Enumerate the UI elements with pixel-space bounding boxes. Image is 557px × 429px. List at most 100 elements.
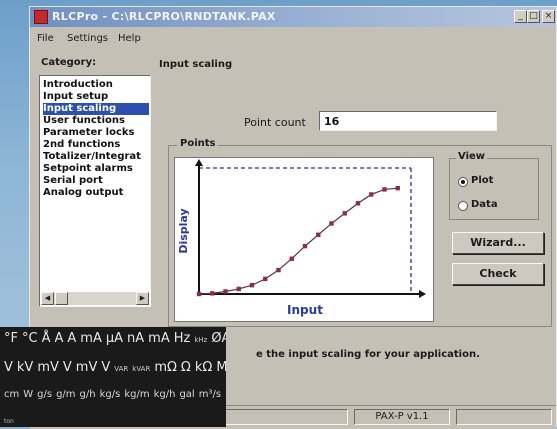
unit-symbol: kg/s xyxy=(99,389,121,400)
unit-symbol: gal xyxy=(179,389,195,400)
category-item-setpoint-alarms[interactable]: Setpoint alarms xyxy=(43,163,136,175)
close-button[interactable]: × xyxy=(542,10,555,23)
unit-symbol: L xyxy=(225,389,226,400)
menu-settings[interactable]: Settings xyxy=(67,33,108,44)
wizard-button[interactable]: Wizard... xyxy=(452,232,544,254)
unit-symbol: kHz xyxy=(194,336,208,344)
unit-symbol: nA xyxy=(127,331,145,346)
menu-bar: File Settings Help xyxy=(30,29,556,49)
point-count-input[interactable]: 16 xyxy=(319,111,497,131)
unit-symbol: Hz xyxy=(173,331,191,346)
category-item-totalizer[interactable]: Totalizer/Integrat xyxy=(43,151,144,163)
category-label: Category: xyxy=(41,57,97,68)
unit-symbol: V xyxy=(4,360,13,375)
unit-symbol: g/s xyxy=(37,389,53,400)
data-point xyxy=(249,282,255,288)
data-point xyxy=(236,286,241,292)
view-label: View xyxy=(456,151,488,162)
menu-help[interactable]: Help xyxy=(118,33,141,44)
unit-symbol: VAR xyxy=(114,365,129,373)
data-point xyxy=(223,289,228,294)
category-item-input-setup[interactable]: Input setup xyxy=(43,91,111,103)
unit-symbol: μA xyxy=(105,331,124,346)
data-point xyxy=(263,276,268,282)
y-axis-label: Display xyxy=(177,208,190,253)
app-icon xyxy=(34,10,48,24)
data-point xyxy=(395,185,400,191)
category-item-introduction[interactable]: Introduction xyxy=(43,79,116,91)
unit-symbol: kg/h xyxy=(153,389,176,400)
scaling-chart: Input Display xyxy=(177,159,426,317)
unit-symbol: W xyxy=(23,389,34,400)
unit-symbol: kVAR xyxy=(132,365,151,373)
list-horizontal-scrollbar[interactable]: ◀ ▶ xyxy=(41,292,149,305)
unit-symbol: mA xyxy=(80,331,102,346)
x-axis-arrow xyxy=(419,290,426,298)
category-item-2nd-functions[interactable]: 2nd functions xyxy=(43,139,123,151)
status-cell-4 xyxy=(456,409,552,425)
point-count-label: Point count xyxy=(244,116,306,129)
data-point xyxy=(316,232,321,237)
data-point xyxy=(210,291,215,296)
unit-symbol: cm xyxy=(4,389,20,400)
category-item-input-scaling[interactable]: Input scaling xyxy=(43,103,149,115)
window-title: RLCPro - C:\RLCPRO\RNDTANK.PAX xyxy=(52,10,276,23)
scroll-right-button[interactable]: ▶ xyxy=(136,292,149,305)
unit-symbol: mA xyxy=(148,331,170,346)
data-point xyxy=(342,211,347,216)
unit-symbol: mΩ xyxy=(154,360,177,375)
unit-symbol: g/h xyxy=(79,389,96,400)
view-data-radio[interactable] xyxy=(458,201,468,211)
unit-symbol: V xyxy=(101,360,111,375)
scaling-curve xyxy=(198,187,398,295)
category-item-serial-port[interactable]: Serial port xyxy=(43,175,106,187)
unit-symbols-overlay: °F°CÅAAmAμAnAmAHzkHzØAØBØCμA VkVmVVmVVVA… xyxy=(0,327,226,427)
category-list[interactable]: Introduction Input setup Input scaling U… xyxy=(39,75,151,307)
unit-symbol: °C xyxy=(21,331,38,346)
unit-symbol: MΩ xyxy=(216,360,226,375)
title-bar[interactable]: RLCPro - C:\RLCPRO\RNDTANK.PAX _ □ × xyxy=(30,7,556,27)
unit-symbol: V xyxy=(62,360,72,375)
data-point xyxy=(196,291,202,297)
scaling-plot[interactable]: Input Display xyxy=(174,157,434,322)
data-point xyxy=(369,192,374,197)
unit-row-1: °F°CÅAAmAμAnAmAHzkHzØAØBØCμA xyxy=(4,331,226,346)
data-point xyxy=(289,256,294,261)
unit-symbol: Ω xyxy=(180,360,191,375)
view-data-label[interactable]: Data xyxy=(471,199,498,210)
category-item-analog-output[interactable]: Analog output xyxy=(43,187,126,199)
menu-file[interactable]: File xyxy=(37,33,54,44)
data-point xyxy=(302,243,308,249)
unit-row-3: cmWg/sg/mg/hkg/skg/mkg/hgalm³/sLL/mftft/… xyxy=(4,389,226,400)
minimize-button[interactable]: _ xyxy=(514,10,527,23)
category-item-parameter-locks[interactable]: Parameter locks xyxy=(43,127,138,139)
data-point xyxy=(355,201,361,206)
unit-symbol: Å xyxy=(41,331,51,346)
data-point xyxy=(276,267,281,273)
view-plot-label[interactable]: Plot xyxy=(471,175,493,186)
view-group: View Plot Data xyxy=(449,151,539,220)
scroll-left-button[interactable]: ◀ xyxy=(41,292,54,305)
unit-symbol: A xyxy=(54,331,64,346)
data-point xyxy=(329,221,334,226)
y-axis-arrow xyxy=(195,159,203,166)
unit-symbol: m³/s xyxy=(198,389,222,400)
maximize-button[interactable]: □ xyxy=(527,10,540,23)
x-axis-label: Input xyxy=(287,303,323,317)
points-label: Points xyxy=(177,138,219,149)
view-plot-radio[interactable] xyxy=(458,177,468,187)
unit-row-4: ton xyxy=(4,418,14,425)
check-button[interactable]: Check xyxy=(452,263,544,285)
unit-symbol: kΩ xyxy=(194,360,213,375)
points-group: Points Input Display View Plot Data Wiza… xyxy=(168,138,552,327)
unit-symbol: mV xyxy=(37,360,59,375)
category-item-user-functions[interactable]: User functions xyxy=(43,115,128,127)
unit-symbol: kg/m xyxy=(124,389,150,400)
unit-symbol: g/m xyxy=(56,389,76,400)
unit-row-2: VkVmVVmVVVARkVARmΩΩkΩMΩVAkVAkVA xyxy=(4,360,226,375)
unit-symbol: mV xyxy=(75,360,98,375)
section-title: Input scaling xyxy=(159,59,233,70)
unit-symbol: A xyxy=(67,331,77,346)
scroll-thumb[interactable] xyxy=(55,292,68,305)
unit-symbol: kV xyxy=(16,360,34,375)
